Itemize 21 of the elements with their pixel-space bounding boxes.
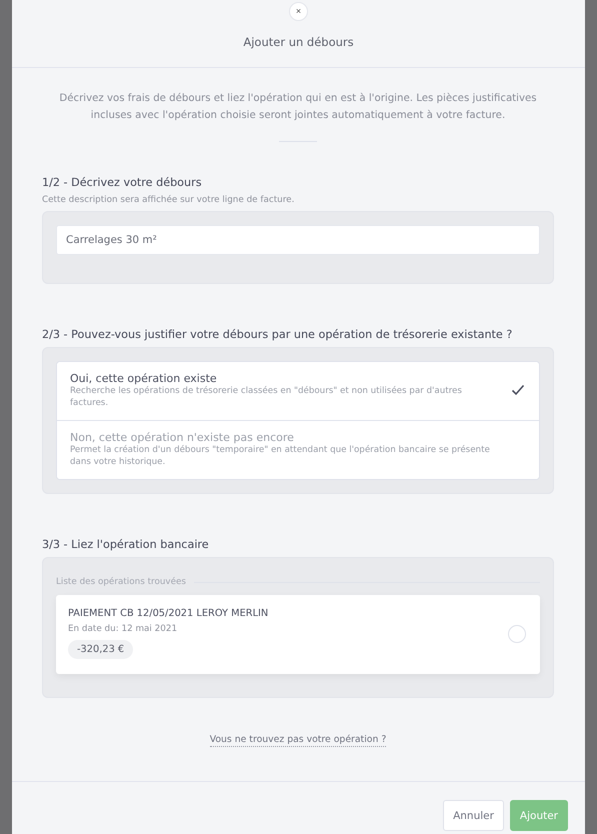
operation-label: PAIEMENT CB 12/05/2021 LEROY MERLIN	[68, 608, 268, 619]
option-title: Oui, cette opération existe	[70, 371, 218, 386]
close-button[interactable]: ×	[289, 2, 308, 21]
help-link[interactable]: Vous ne trouvez pas votre opération ?	[210, 734, 386, 747]
option-description: Recherche les opérations de trésorerie classées en "débours" et non utilisées par d'autres factures.	[70, 386, 463, 409]
section-heading: 2/3 - Pouvez-vous justifier votre débours par une opération de trésorerie existante ?	[42, 328, 514, 341]
amount-badge: -320,23 €	[68, 640, 134, 659]
list-label: Liste des opérations trouvées	[56, 577, 186, 587]
option-title: Non, cette opération n'existe pas encore	[70, 430, 295, 445]
description-field[interactable]: Carrelages 30 m²	[56, 225, 540, 255]
operation-date: En date du: 12 mai 2021	[68, 624, 178, 634]
intro-text: Décrivez vos frais de débours et liez l'opération qui en est à l'origine. Les pièces justificatives incluses avec l'opération choisie seront jointes automatiquement à votre facture.	[58, 92, 538, 123]
section-heading: 1/2 - Décrivez votre débours	[42, 176, 203, 189]
cancel-button[interactable]: Annuler	[443, 800, 504, 831]
section-heading: 3/3 - Liez l'opération bancaire	[42, 538, 210, 551]
radio-button[interactable]	[508, 624, 526, 642]
check-icon	[511, 384, 525, 396]
operation-card[interactable]: PAIEMENT CB 12/05/2021 LEROY MERLIN En date du: 12 mai 2021 -320,23 €	[56, 595, 540, 674]
section-hint: Cette description sera affichée sur votre ligne de facture.	[42, 195, 296, 205]
dialog-title: Ajouter un débours	[243, 35, 354, 49]
option-description: Permet la création d'un débours "temporaire" en attendant que l'opération bancaire se présente dans votre historique.	[70, 445, 491, 468]
